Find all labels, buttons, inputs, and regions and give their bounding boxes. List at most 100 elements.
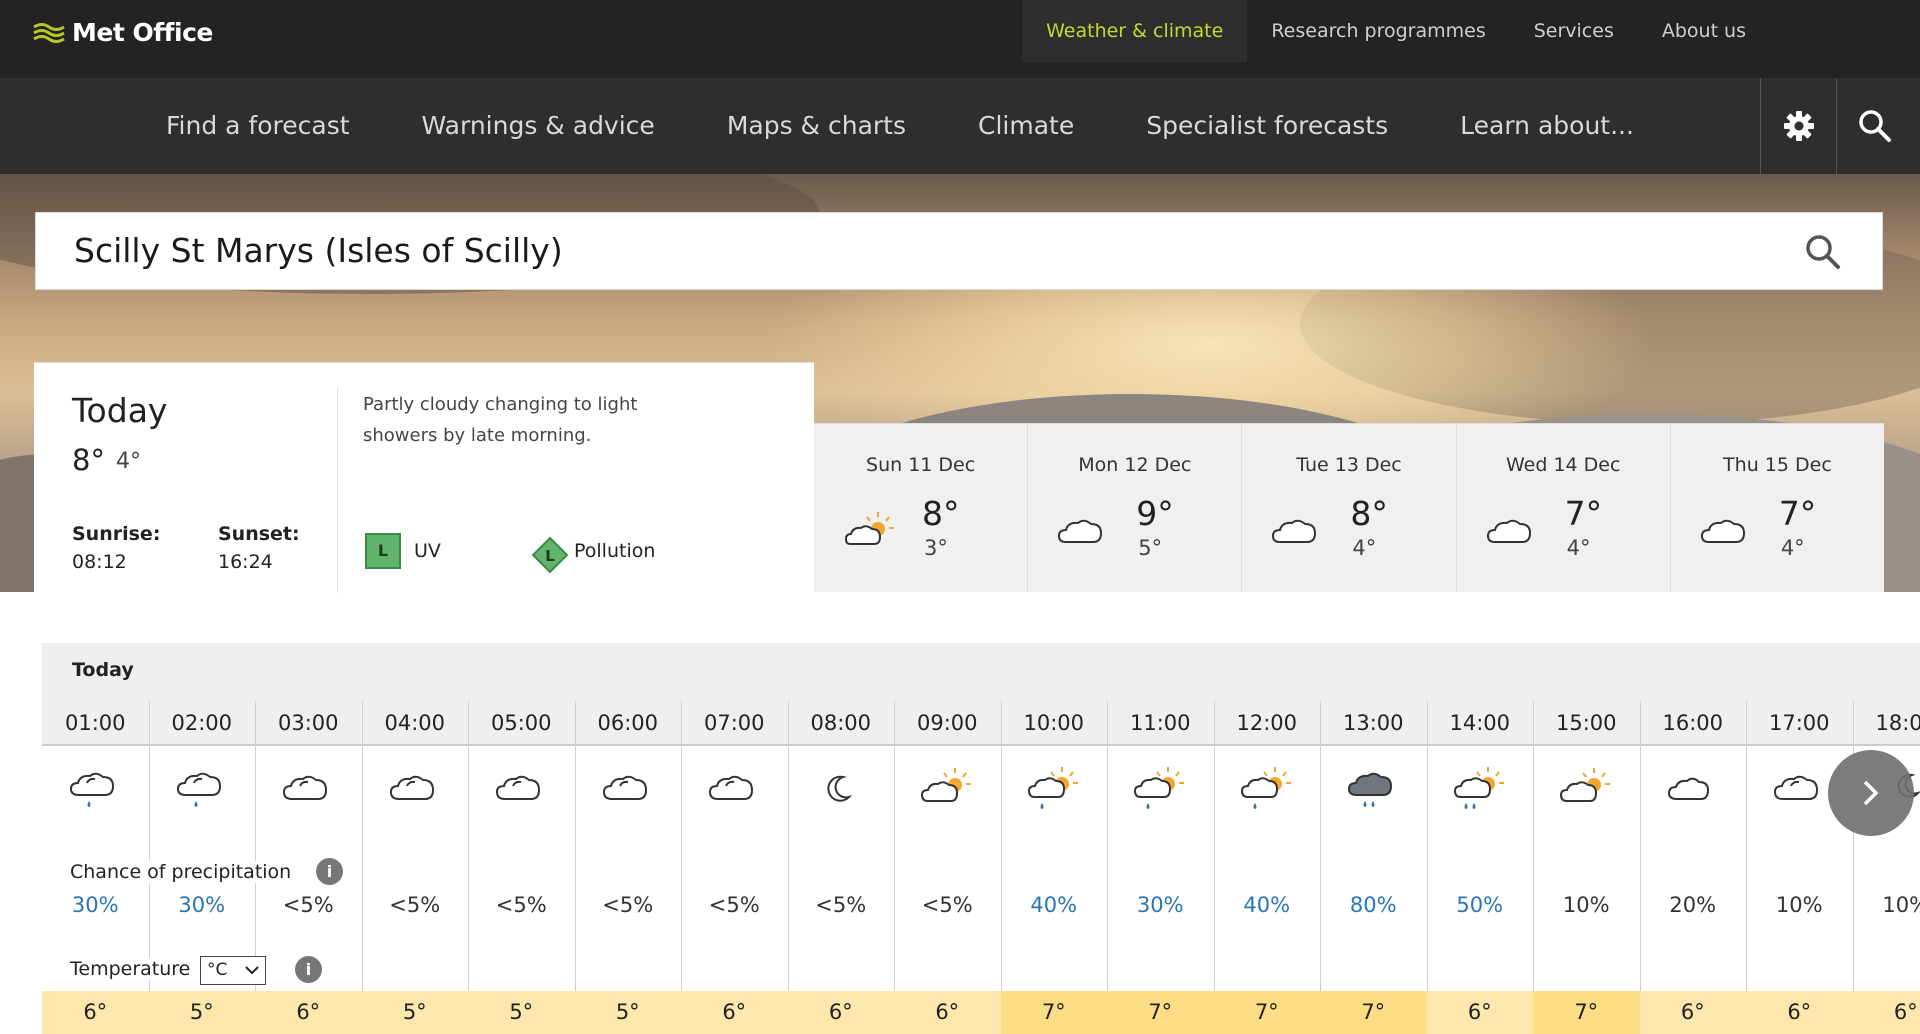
cloudy-shower-icon <box>149 765 256 825</box>
cloud-icon <box>1640 765 1747 825</box>
day-low: 4° <box>1566 536 1591 560</box>
hour-precip-chance: <5% <box>921 893 973 917</box>
hour-column-divider <box>681 701 682 1034</box>
nav-maps-charts[interactable]: Maps & charts <box>691 78 942 174</box>
hour-temperature: 5° <box>468 991 575 1034</box>
day-low: 4° <box>1780 536 1805 560</box>
topnav-research-programmes[interactable]: Research programmes <box>1247 0 1509 62</box>
dark-cloud-rain-icon <box>1320 765 1427 825</box>
chevron-right-icon <box>1863 780 1879 806</box>
cloudy-icon <box>362 765 469 825</box>
sunset-time: 16:24 <box>218 551 273 573</box>
moon-icon <box>788 765 895 825</box>
hour-temperature: 7° <box>1000 991 1107 1034</box>
sun-cloud-shower-icon <box>1001 765 1108 825</box>
uv-label: UV <box>414 540 441 562</box>
day-low: 3° <box>924 536 948 560</box>
day-low: 5° <box>1138 536 1163 560</box>
hour-precip-chance: 50% <box>1456 893 1504 917</box>
daily-forecast-strip: Sun 11 Dec 8° 3° Mon 12 Dec 9° 5° Tue 13… <box>814 423 1884 592</box>
day-date: Thu 15 Dec <box>1723 454 1832 476</box>
today-summary-card: Today 8° 4° Sunrise: 08:12 Sunset: 16:24… <box>34 362 814 593</box>
day-card-1[interactable]: Mon 12 Dec 9° 5° <box>1027 424 1241 592</box>
next-hours-button[interactable] <box>1828 750 1914 836</box>
precip-info-icon[interactable]: i <box>316 858 343 885</box>
hour-precip-chance: 10% <box>1882 893 1920 917</box>
main-navigation: Find a forecast Warnings & advice Maps &… <box>0 78 1920 174</box>
hour-temperature: 6° <box>681 991 788 1034</box>
hour-time: 04:00 <box>384 711 446 735</box>
hour-precip-chance: 30% <box>178 893 226 917</box>
hour-time: 14:00 <box>1449 711 1511 735</box>
search-icon <box>1858 110 1891 142</box>
hour-precip-chance: 10% <box>1775 893 1823 917</box>
day-high: 8° <box>922 494 960 533</box>
hour-precip-chance: <5% <box>602 893 654 917</box>
day-card-2[interactable]: Tue 13 Dec 8° 4° <box>1241 424 1455 592</box>
met-office-logo[interactable]: Met Office <box>32 16 213 48</box>
nav-find-a-forecast[interactable]: Find a forecast <box>130 78 386 174</box>
hour-precip-chance: <5% <box>495 893 547 917</box>
cloud-icon <box>1485 510 1541 554</box>
nav-learn-about[interactable]: Learn about... <box>1424 78 1670 174</box>
brand-name: Met Office <box>72 17 213 47</box>
hour-time: 10:00 <box>1023 711 1085 735</box>
hour-temperature: 7° <box>1213 991 1320 1034</box>
sun-cloud-shower-icon <box>1214 765 1321 825</box>
hour-precip-chance: <5% <box>282 893 334 917</box>
topnav-weather-climate[interactable]: Weather & climate <box>1022 0 1248 62</box>
hour-time: 08:00 <box>810 711 872 735</box>
hour-temperature: 5° <box>574 991 681 1034</box>
nav-search-button[interactable] <box>1836 78 1912 174</box>
hour-column-divider <box>468 701 469 1034</box>
hour-time: 01:00 <box>64 711 126 735</box>
hour-precip-chance: 30% <box>1136 893 1184 917</box>
pollution-level: L <box>545 547 555 565</box>
hour-time: 17:00 <box>1768 711 1830 735</box>
day-date: Wed 14 Dec <box>1505 454 1621 476</box>
temperature-unit-value: °C <box>207 960 228 980</box>
cloud-icon <box>1699 510 1755 554</box>
nav-climate[interactable]: Climate <box>942 78 1110 174</box>
hour-column-divider <box>1426 701 1428 1034</box>
day-low: 4° <box>1352 536 1377 560</box>
cloudy-shower-icon <box>42 765 149 825</box>
sunrise-time: 08:12 <box>72 551 127 573</box>
topnav-services[interactable]: Services <box>1510 0 1638 62</box>
sunset-label: Sunset: <box>218 523 300 545</box>
cloud-icon <box>1270 510 1326 554</box>
topnav-about-us[interactable]: About us <box>1638 0 1770 62</box>
hour-precip-chance: <5% <box>815 893 867 917</box>
pollution-badge[interactable]: L <box>530 535 570 579</box>
hour-temperature: 6° <box>787 991 894 1034</box>
hourly-forecast-table: Today 01:00 30% 6° 02:00 30% 5° 03:00 <5% 6° 04:0… <box>42 643 1920 1034</box>
nav-specialist-forecasts[interactable]: Specialist forecasts <box>1110 78 1424 174</box>
hour-precip-chance: 30% <box>71 893 119 917</box>
hour-time: 18:00 <box>1875 711 1920 735</box>
top-bar: Met Office Weather & climate Research pr… <box>0 0 1920 78</box>
location-search-input[interactable]: Scilly St Marys (Isles of Scilly) <box>35 212 1883 290</box>
temperature-info-icon[interactable]: i <box>295 956 322 983</box>
temperature-unit-select[interactable]: °C <box>200 956 266 985</box>
day-card-0[interactable]: Sun 11 Dec 8° 3° <box>814 424 1027 592</box>
hour-temperature: 7° <box>1320 991 1427 1034</box>
day-card-3[interactable]: Wed 14 Dec 7° 4° <box>1455 424 1670 592</box>
settings-button[interactable] <box>1760 78 1836 174</box>
hour-temperature: 6° <box>1426 991 1533 1034</box>
sun-cloud-icon <box>1533 765 1640 825</box>
today-high: 8° <box>72 443 105 477</box>
hour-temperature: 6° <box>1746 991 1853 1034</box>
day-card-4[interactable]: Thu 15 Dec 7° 4° <box>1669 424 1884 592</box>
cloud-icon <box>1056 510 1112 554</box>
location-search-button[interactable] <box>1804 233 1842 275</box>
sun-cloud-rain-icon <box>1427 765 1534 825</box>
uv-badge[interactable]: L <box>365 533 401 569</box>
hour-column-divider <box>1000 701 1002 1034</box>
sun-cloud-shower-icon <box>1107 765 1214 825</box>
hour-time: 12:00 <box>1236 711 1298 735</box>
nav-warnings-advice[interactable]: Warnings & advice <box>386 78 691 174</box>
cloudy-icon <box>575 765 682 825</box>
hour-column-divider <box>574 701 576 1034</box>
day-date: Sun 11 Dec <box>866 454 976 476</box>
hour-time: 02:00 <box>171 711 233 735</box>
